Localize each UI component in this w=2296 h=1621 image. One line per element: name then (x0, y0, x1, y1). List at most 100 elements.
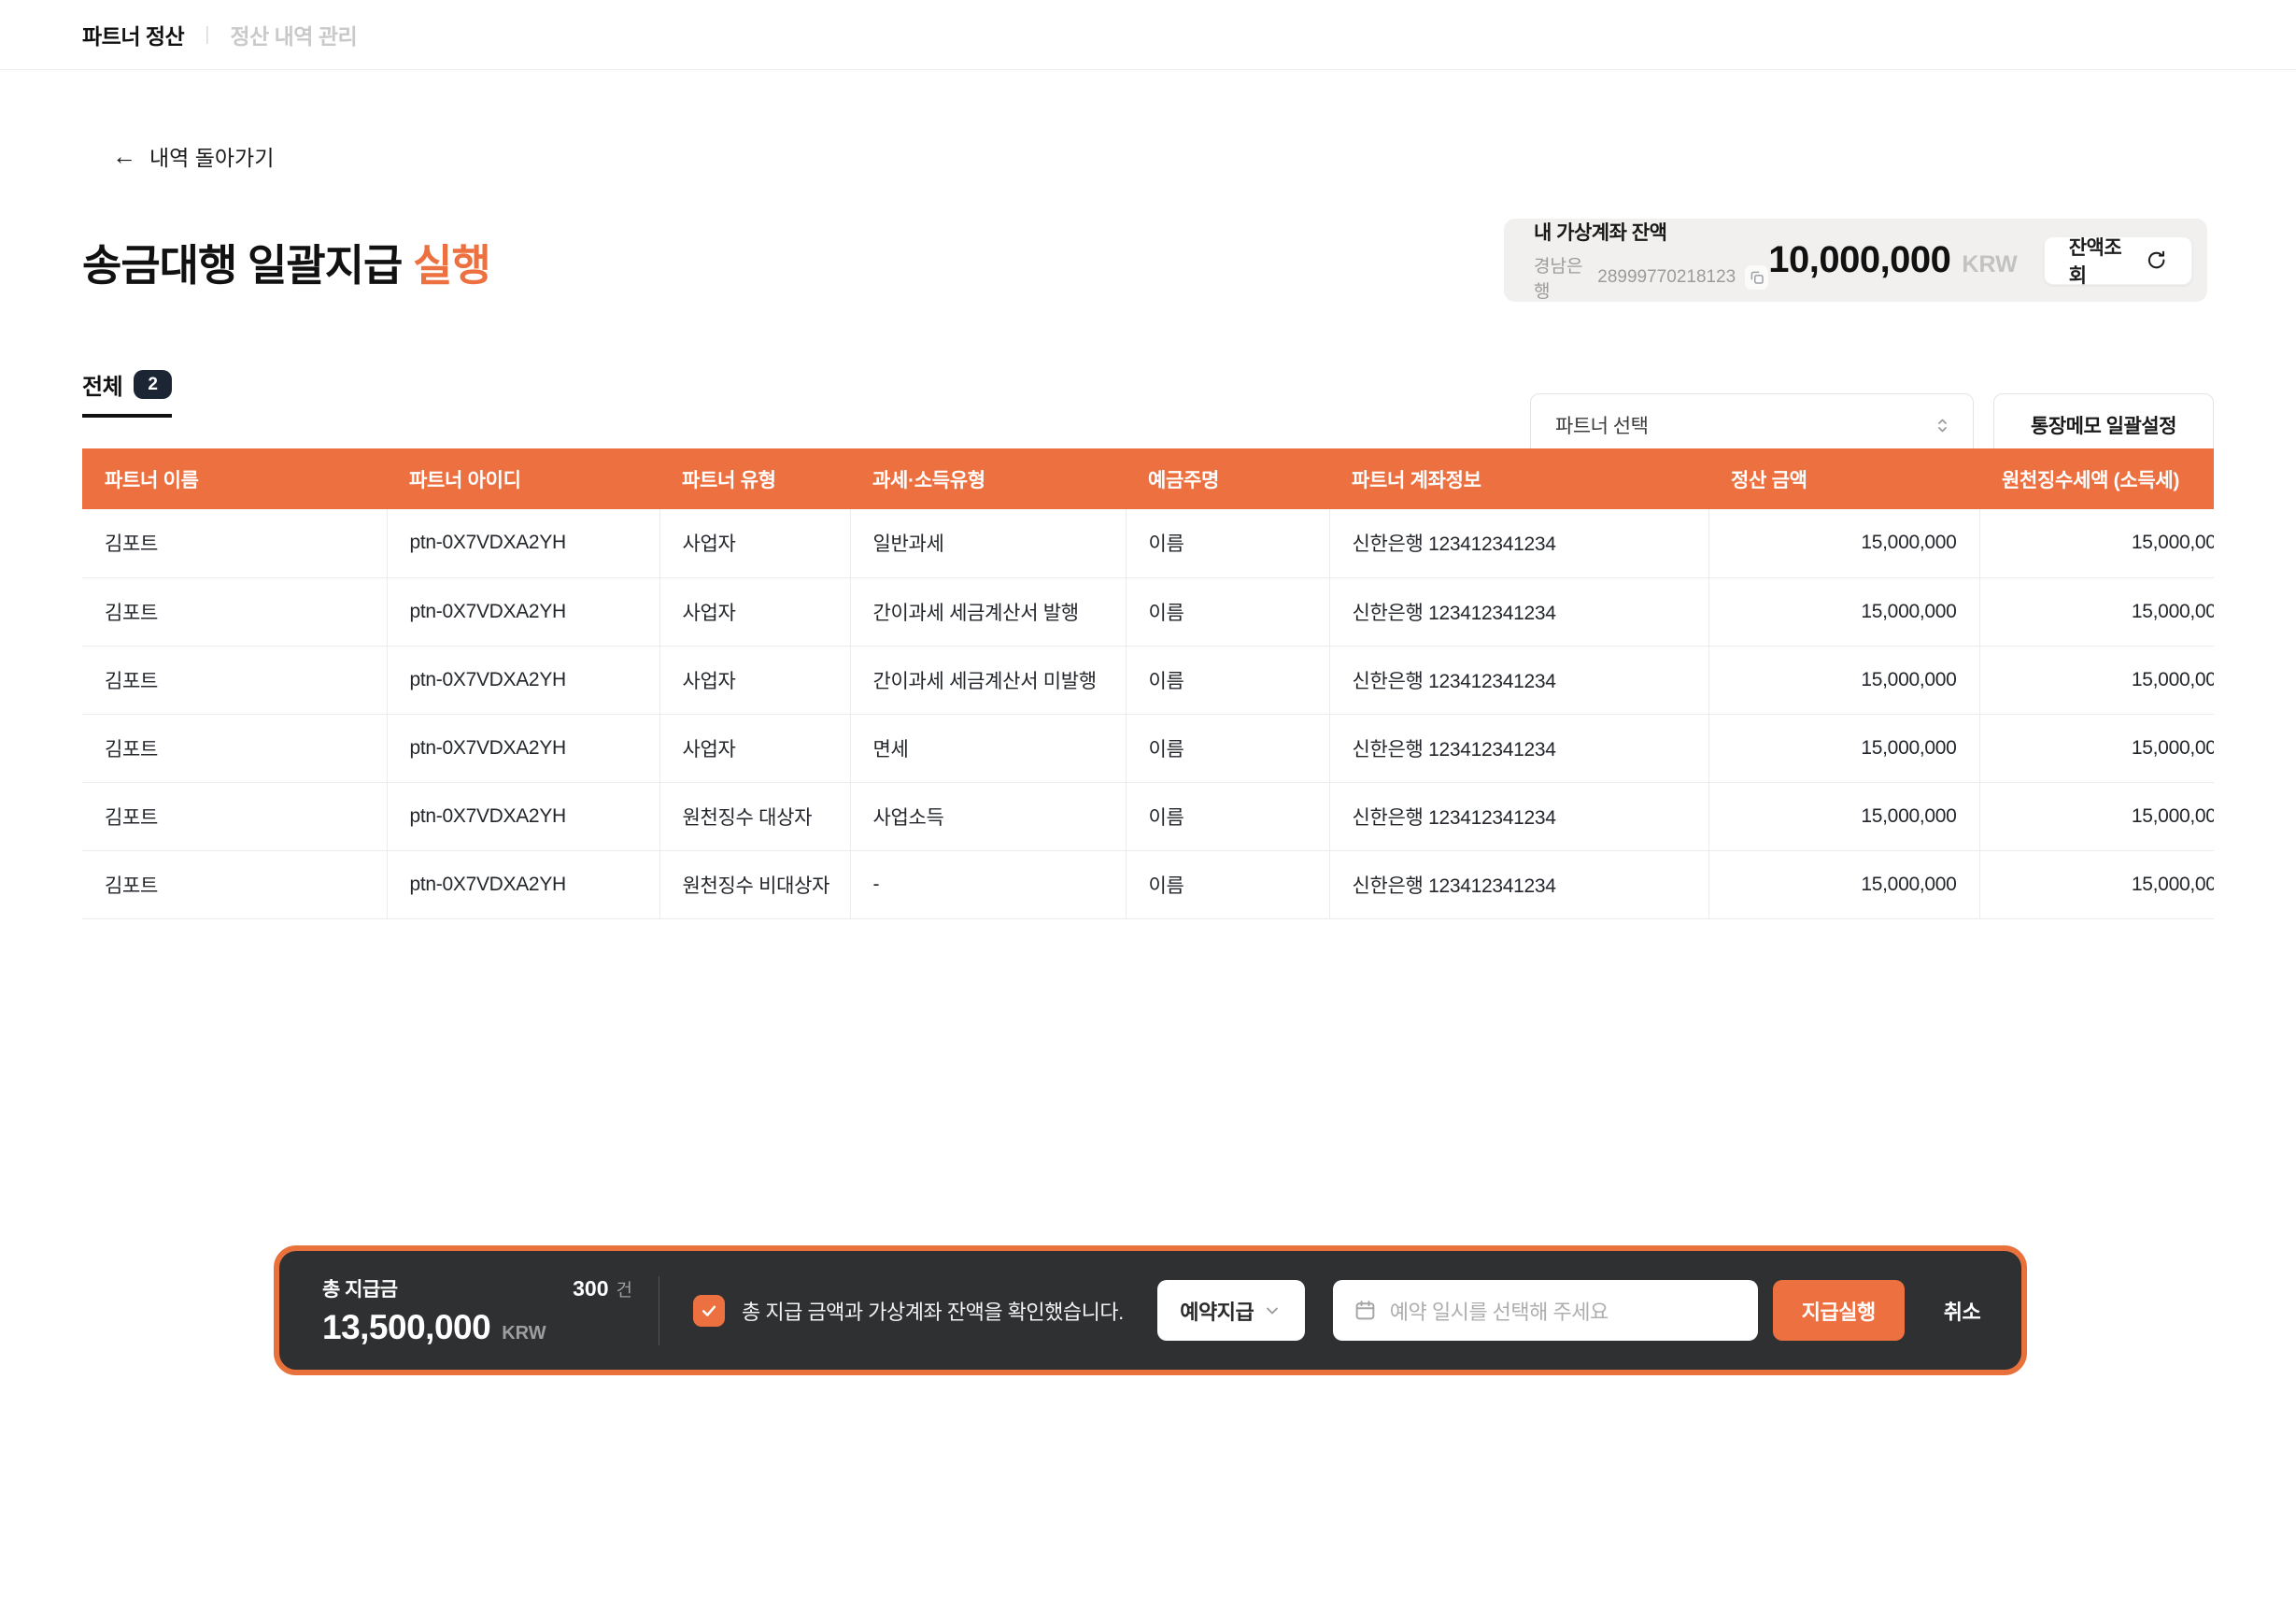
schedule-datetime-placeholder: 예약 일시를 선택해 주세요 (1390, 1296, 1609, 1326)
table-cell: 15,000,000 (1708, 646, 1979, 714)
copy-icon (1749, 269, 1765, 286)
table-cell: 김포트 (82, 850, 387, 918)
total-payment-currency: KRW (502, 1323, 546, 1344)
table-cell: 15,000,000 (1979, 646, 2214, 714)
check-icon (700, 1301, 718, 1320)
bank-name: 경남은행 (1534, 252, 1588, 303)
column-header: 원천징수세액 (소득세) (1979, 448, 2214, 509)
total-payment-block: 총 지급금 300 건 13,500,000 KRW (322, 1274, 632, 1347)
schedule-datetime-input[interactable]: 예약 일시를 선택해 주세요 (1333, 1280, 1758, 1341)
table-cell: 신한은행 123412341234 (1329, 850, 1708, 918)
tab-all[interactable]: 전체 2 (82, 368, 172, 418)
table-cell: 15,000,000 (1708, 782, 1979, 850)
table-cell: 사업자 (659, 509, 850, 577)
balance-account: 경남은행 28999770218123 (1534, 252, 1768, 303)
table-cell: 사업자 (659, 577, 850, 646)
table-cell: 신한은행 123412341234 (1329, 509, 1708, 577)
table-cell: 15,000,000 (1708, 509, 1979, 577)
memo-bulk-set-button[interactable]: 통장메모 일괄설정 (1993, 393, 2214, 457)
table-cell: 김포트 (82, 509, 387, 577)
schedule-type-dropdown[interactable]: 예약지급 (1157, 1280, 1305, 1341)
table-cell: 간이과세 세금계산서 미발행 (850, 646, 1126, 714)
table-cell: 이름 (1126, 646, 1329, 714)
table-row: 김포트ptn-0X7VDXA2YH원천징수 대상자사업소득이름신한은행 1234… (82, 782, 2214, 850)
balance-refresh-label: 잔액조회 (2069, 233, 2134, 289)
table-cell: ptn-0X7VDXA2YH (387, 850, 659, 918)
table-cell: 15,000,000 (1979, 577, 2214, 646)
back-link-label: 내역 돌아가기 (149, 140, 274, 172)
back-link[interactable]: ← 내역 돌아가기 (112, 140, 274, 172)
calendar-icon (1354, 1299, 1377, 1322)
payment-count-unit: 건 (617, 1276, 632, 1301)
table-row: 김포트ptn-0X7VDXA2YH사업자간이과세 세금계산서 발행이름신한은행 … (82, 577, 2214, 646)
copy-account-button[interactable] (1745, 265, 1768, 290)
table-cell: ptn-0X7VDXA2YH (387, 714, 659, 782)
table-cell: 15,000,000 (1979, 509, 2214, 577)
chevron-down-icon (1263, 1301, 1282, 1320)
chevron-updown-icon (1933, 416, 1952, 435)
table-cell: 원천징수 대상자 (659, 782, 850, 850)
table-cell: 이름 (1126, 782, 1329, 850)
balance-amount-wrap: 10,000,000 KRW (1768, 239, 2017, 281)
payment-count: 300 (573, 1276, 608, 1301)
confirm-checkbox-label: 총 지급 금액과 가상계좌 잔액을 확인했습니다. (742, 1296, 1124, 1326)
table-cell: 김포트 (82, 782, 387, 850)
column-header: 파트너 이름 (82, 448, 387, 509)
page-title-highlight: 실행 (413, 241, 490, 290)
table-cell: 신한은행 123412341234 (1329, 646, 1708, 714)
top-navigation-bar: 파트너 정산 | 정산 내역 관리 (0, 0, 2296, 70)
table-cell: 신한은행 123412341234 (1329, 577, 1708, 646)
table-cell: ptn-0X7VDXA2YH (387, 577, 659, 646)
nav-item-settlement-history[interactable]: 정산 내역 관리 (230, 19, 357, 50)
total-payment-amount: 13,500,000 (322, 1308, 490, 1347)
table-cell: 이름 (1126, 714, 1329, 782)
tab-all-label: 전체 (82, 368, 122, 401)
table-cell: 김포트 (82, 646, 387, 714)
table-cell: 이름 (1126, 850, 1329, 918)
table-cell: 원천징수 비대상자 (659, 850, 850, 918)
table-row: 김포트ptn-0X7VDXA2YH원천징수 비대상자-이름신한은행 123412… (82, 850, 2214, 918)
confirm-checkbox[interactable] (693, 1295, 725, 1327)
table-row: 김포트ptn-0X7VDXA2YH사업자면세이름신한은행 12341234123… (82, 714, 2214, 782)
confirm-wrap: 총 지급 금액과 가상계좌 잔액을 확인했습니다. (693, 1295, 1124, 1327)
table-cell: 면세 (850, 714, 1126, 782)
table-cell: 일반과세 (850, 509, 1126, 577)
column-header: 예금주명 (1126, 448, 1329, 509)
partner-select-dropdown[interactable]: 파트너 선택 (1530, 393, 1974, 457)
tab-all-count-badge: 2 (134, 370, 172, 399)
settlement-table-container: 파트너 이름파트너 아이디파트너 유형과세·소득유형예금주명파트너 계좌정보정산… (82, 448, 2214, 919)
table-cell: 사업자 (659, 646, 850, 714)
table-cell: 김포트 (82, 714, 387, 782)
table-cell: 이름 (1126, 509, 1329, 577)
table-cell: 15,000,000 (1708, 714, 1979, 782)
table-cell: 김포트 (82, 577, 387, 646)
balance-currency: KRW (1962, 251, 2017, 278)
table-cell: 사업소득 (850, 782, 1126, 850)
schedule-type-value: 예약지급 (1180, 1296, 1254, 1326)
table-cell: ptn-0X7VDXA2YH (387, 646, 659, 714)
table-cell: 15,000,000 (1979, 714, 2214, 782)
balance-refresh-button[interactable]: 잔액조회 (2044, 236, 2192, 285)
table-cell: 사업자 (659, 714, 850, 782)
virtual-account-balance-card: 내 가상계좌 잔액 경남은행 28999770218123 10,000,000… (1504, 219, 2207, 302)
cancel-button[interactable]: 취소 (1944, 1296, 1980, 1326)
column-header: 파트너 유형 (659, 448, 850, 509)
page: 파트너 정산 | 정산 내역 관리 ← 내역 돌아가기 송금대행 일괄지급 실행… (0, 0, 2296, 1621)
table-cell: 간이과세 세금계산서 발행 (850, 577, 1126, 646)
partner-select-value: 파트너 선택 (1555, 411, 1648, 439)
refresh-icon (2146, 249, 2167, 272)
page-title-prefix: 송금대행 일괄지급 (82, 241, 413, 290)
table-cell: 이름 (1126, 577, 1329, 646)
execute-payment-button[interactable]: 지급실행 (1773, 1280, 1905, 1341)
table-cell: - (850, 850, 1126, 918)
balance-label: 내 가상계좌 잔액 (1534, 218, 1768, 246)
table-body: 김포트ptn-0X7VDXA2YH사업자일반과세이름신한은행 123412341… (82, 509, 2214, 918)
column-header: 정산 금액 (1708, 448, 1979, 509)
settlement-table: 파트너 이름파트너 아이디파트너 유형과세·소득유형예금주명파트너 계좌정보정산… (82, 448, 2214, 919)
table-cell: ptn-0X7VDXA2YH (387, 509, 659, 577)
table-cell: ptn-0X7VDXA2YH (387, 782, 659, 850)
column-header: 과세·소득유형 (850, 448, 1126, 509)
nav-divider: | (205, 24, 209, 46)
total-payment-label: 총 지급금 (322, 1274, 398, 1302)
table-cell: 신한은행 123412341234 (1329, 782, 1708, 850)
